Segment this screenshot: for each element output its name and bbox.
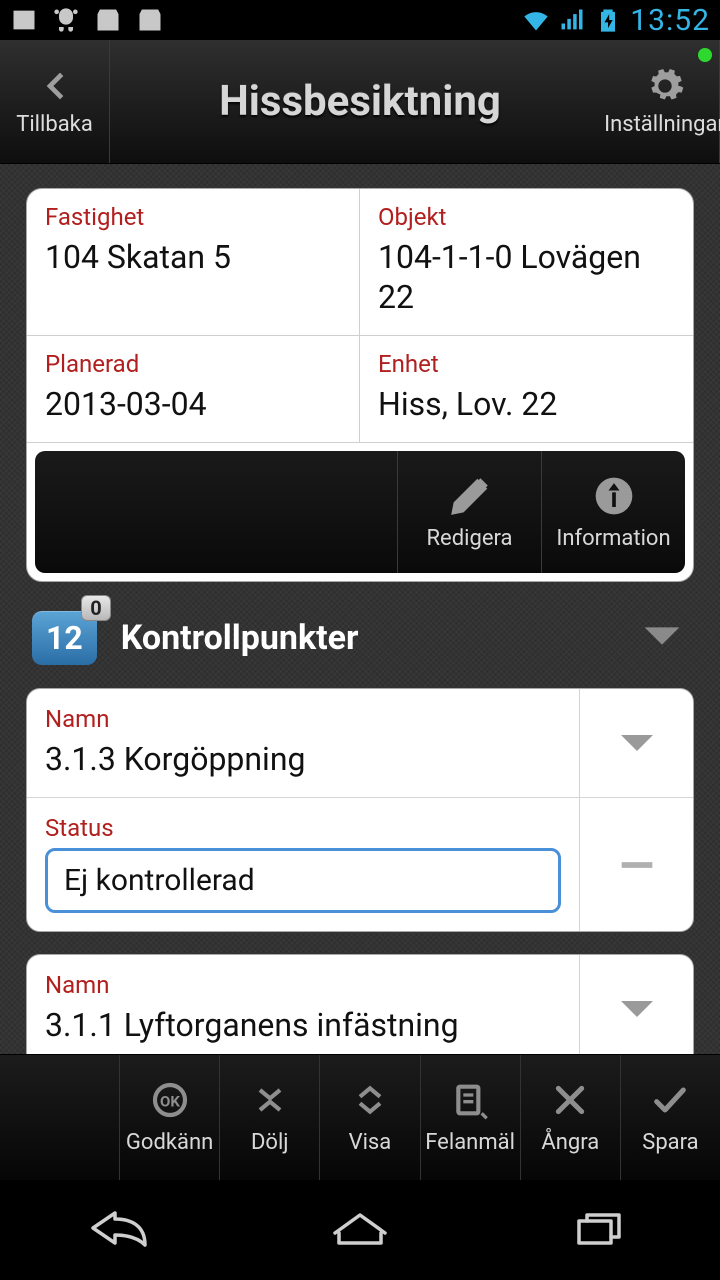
- checkpoint-card: Namn 3.1.1 Lyftorganens infästning Statu…: [26, 954, 694, 1054]
- cp-status-label: Status: [45, 814, 561, 842]
- chevron-down-icon: [613, 719, 661, 767]
- cp-name-value: 3.1.3 Korgöppning: [45, 739, 561, 779]
- nav-home-icon: [325, 1207, 395, 1249]
- close-icon: [550, 1080, 590, 1120]
- count-overflow: 0: [81, 595, 110, 621]
- expand-checkpoint-button[interactable]: [579, 955, 693, 1054]
- cp-name-label: Namn: [45, 971, 561, 999]
- save-button[interactable]: Spara: [621, 1055, 720, 1180]
- settings-label: Inställningar: [604, 112, 720, 137]
- kontrollpunkter-section-header[interactable]: 12 0 Kontrollpunkter: [26, 610, 694, 666]
- section-title: Kontrollpunkter: [121, 618, 359, 658]
- cp-name-label: Namn: [45, 705, 561, 733]
- section-collapse-toggle[interactable]: [636, 610, 688, 666]
- info-icon: [592, 474, 636, 518]
- expand-checkpoint-button[interactable]: [579, 689, 693, 797]
- wifi-icon: [522, 6, 550, 34]
- info-key: Enhet: [378, 350, 675, 378]
- play-store-notif-icon: [94, 6, 122, 34]
- ok-circle-icon: OK: [150, 1080, 190, 1120]
- info-value: 104-1-1-0 Lovägen 22: [378, 237, 675, 317]
- clear-status-button[interactable]: [579, 798, 693, 931]
- app-header: Tillbaka Hissbesiktning Inställningar: [0, 40, 720, 164]
- status-clock: 13:52: [630, 3, 710, 38]
- save-label: Spara: [642, 1130, 698, 1155]
- page-body: Fastighet 104 Skatan 5 Objekt 104-1-1-0 …: [0, 164, 720, 1054]
- card-action-strip: Redigera Information: [35, 451, 685, 573]
- nav-back-icon: [85, 1207, 155, 1249]
- back-label: Tillbaka: [16, 112, 93, 137]
- info-key: Fastighet: [45, 203, 341, 231]
- info-key: Objekt: [378, 203, 675, 231]
- undo-button[interactable]: Ångra: [521, 1055, 621, 1180]
- gear-icon: [645, 66, 685, 106]
- info-cell-fastighet: Fastighet 104 Skatan 5: [27, 189, 360, 336]
- android-notif-icon: [52, 6, 80, 34]
- edit-button[interactable]: Redigera: [397, 451, 541, 573]
- nav-recent-button[interactable]: [565, 1207, 635, 1253]
- android-status-bar: 13:52: [0, 0, 720, 40]
- nav-home-button[interactable]: [325, 1207, 395, 1253]
- report-label: Felanmäl: [425, 1130, 515, 1155]
- show-button[interactable]: Visa: [320, 1055, 420, 1180]
- signal-icon: [558, 6, 586, 34]
- edit-label: Redigera: [427, 526, 513, 551]
- report-icon: [450, 1080, 490, 1120]
- approve-button[interactable]: OK Godkänn: [120, 1055, 220, 1180]
- nav-recent-icon: [565, 1207, 635, 1249]
- collapse-icon: [250, 1080, 290, 1120]
- pencil-icon: [448, 474, 492, 518]
- toolbar-spacer: [0, 1055, 120, 1180]
- play-store-notif-icon-2: [136, 6, 164, 34]
- checkpoint-name-cell: Namn 3.1.3 Korgöppning: [27, 689, 579, 797]
- minus-icon: [614, 842, 660, 888]
- information-button[interactable]: Information: [541, 451, 685, 573]
- info-value: 104 Skatan 5: [45, 237, 341, 277]
- information-label: Information: [556, 526, 670, 551]
- info-cell-objekt: Objekt 104-1-1-0 Lovägen 22: [360, 189, 693, 336]
- status-indicator-dot: [698, 48, 712, 62]
- info-cell-planerad: Planerad 2013-03-04: [27, 336, 360, 443]
- approve-label: Godkänn: [126, 1130, 213, 1155]
- info-value: Hiss, Lov. 22: [378, 384, 675, 424]
- info-value: 2013-03-04: [45, 384, 341, 424]
- expand-icon: [350, 1080, 390, 1120]
- page-title: Hissbesiktning: [110, 40, 610, 163]
- nav-back-button[interactable]: [85, 1207, 155, 1253]
- info-key: Planerad: [45, 350, 341, 378]
- cp-name-value: 3.1.1 Lyftorganens infästning: [45, 1005, 561, 1045]
- report-button[interactable]: Felanmäl: [421, 1055, 521, 1180]
- hide-label: Dölj: [251, 1130, 289, 1155]
- hide-button[interactable]: Dölj: [220, 1055, 320, 1180]
- check-icon: [650, 1080, 690, 1120]
- android-nav-bar: [0, 1180, 720, 1280]
- undo-label: Ångra: [541, 1130, 599, 1155]
- chevron-down-icon: [636, 610, 688, 662]
- checkpoint-card: Namn 3.1.3 Korgöppning Status Ej kontrol…: [26, 688, 694, 932]
- show-label: Visa: [349, 1130, 392, 1155]
- bottom-toolbar: OK Godkänn Dölj Visa Felanmäl Ångra Spar…: [0, 1054, 720, 1180]
- info-cell-enhet: Enhet Hiss, Lov. 22: [360, 336, 693, 443]
- status-select[interactable]: Ej kontrollerad: [45, 848, 561, 913]
- count-badge: 12 0: [32, 611, 97, 665]
- back-button[interactable]: Tillbaka: [0, 40, 110, 163]
- job-info-card: Fastighet 104 Skatan 5 Objekt 104-1-1-0 …: [26, 188, 694, 582]
- picture-notif-icon: [10, 6, 38, 34]
- checkpoint-name-cell: Namn 3.1.1 Lyftorganens infästning: [27, 955, 579, 1054]
- checkpoint-status-cell: Status Ej kontrollerad: [27, 798, 579, 931]
- battery-charging-icon: [594, 6, 622, 34]
- chevron-down-icon: [613, 985, 661, 1033]
- svg-text:OK: OK: [160, 1093, 180, 1111]
- chevron-left-icon: [35, 66, 75, 106]
